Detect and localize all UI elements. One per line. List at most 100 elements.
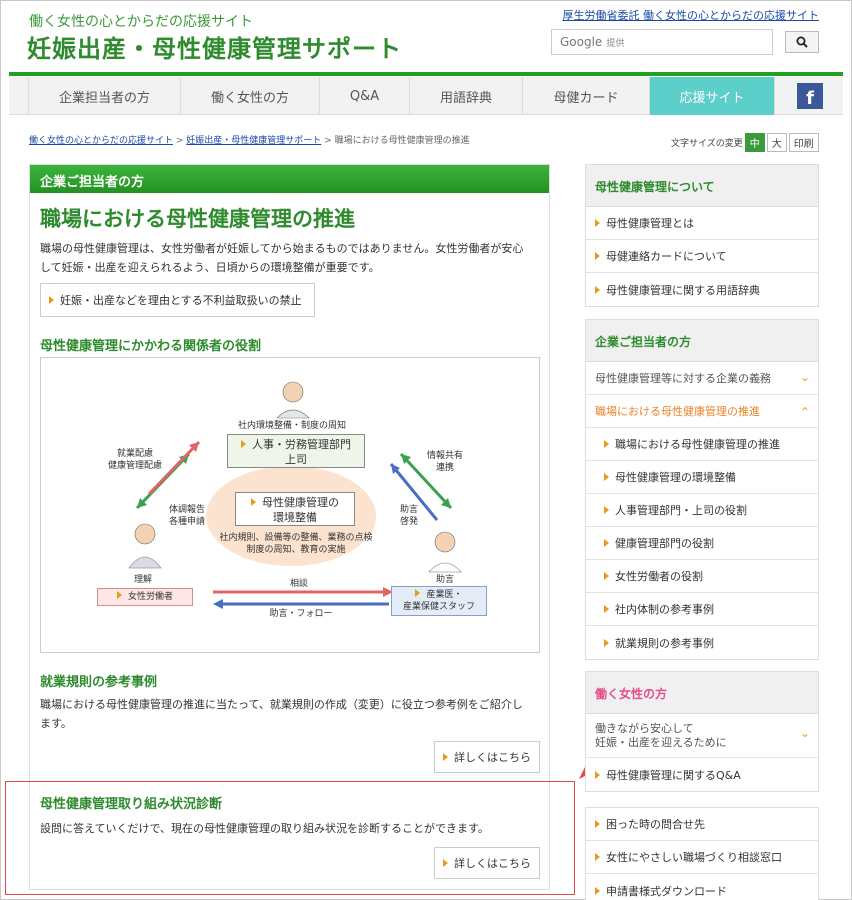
sidebar-item-glossary[interactable]: 母性健康管理に関する用語辞典 <box>586 273 818 306</box>
arrow-right-icon <box>595 820 600 828</box>
sidebar-heading-women: 働く女性の方 <box>586 672 818 714</box>
arrow-right-icon <box>49 296 54 304</box>
doctor-figure-icon <box>428 531 462 573</box>
search-icon <box>796 36 808 48</box>
search-provider-label: 提供 <box>606 39 625 49</box>
arrow-right-icon <box>604 572 609 580</box>
site-title[interactable]: 妊娠出産・母性健康管理サポート <box>27 29 402 64</box>
arrow-right-icon <box>443 753 448 761</box>
sidebar-item-consultation[interactable]: 女性にやさしい職場づくり相談窓口 <box>586 841 818 874</box>
print-button[interactable]: 印刷 <box>788 133 819 152</box>
center-box: 母性健康管理の 環境整備 <box>235 492 355 526</box>
font-size-large-button[interactable]: 大 <box>766 133 787 152</box>
hr-sub-label: 上司 <box>285 453 307 466</box>
arrow-right-icon <box>604 638 609 647</box>
sidebar-item-pregnancy[interactable]: 働きながら安心して 妊娠・出産を迎えるために ⌄ <box>586 714 818 758</box>
site-tagline: 働く女性の心とからだの応援サイト <box>29 14 253 30</box>
sidebar-box-links: 困った時の問合せ先 女性にやさしい職場づくり相談窓口 申請書様式ダウンロード <box>585 807 819 900</box>
advice-follow-caption: 助言・フォロー <box>269 609 333 619</box>
sidebar-item-about[interactable]: 母性健康管理とは <box>586 207 818 240</box>
sidebar-item-promotion[interactable]: 職場における母性健康管理の推進 <box>586 428 818 461</box>
arrow-right-icon <box>241 440 246 448</box>
arrow-right-icon <box>595 853 600 861</box>
sidebar-item-rules-examples[interactable]: 就業規則の参考事例 <box>586 626 818 659</box>
sidebar-item-obligations[interactable]: 母性健康管理等に対する企業の義務 ⌄ <box>586 362 818 395</box>
manager-figure-icon <box>276 381 310 419</box>
breadcrumb-link-home[interactable]: 働く女性の心とからだの応援サイト <box>29 136 173 146</box>
prohibition-link[interactable]: 妊娠・出産などを理由とする不利益取扱いの禁止 <box>40 283 315 317</box>
nav-item-support[interactable]: 応援サイト <box>650 77 775 115</box>
rules-more-button[interactable]: 詳しくはこちら <box>434 741 540 773</box>
chevron-down-icon: ⌄ <box>799 370 810 384</box>
sidebar-box-women: 働く女性の方 働きながら安心して 妊娠・出産を迎えるために ⌄ 母性健康管理に関す… <box>585 671 819 792</box>
guidance-caption: 助言 啓発 <box>399 505 418 527</box>
prohibition-link-label: 妊娠・出産などを理由とする不利益取扱いの禁止 <box>60 294 302 307</box>
sidebar-item-hr-role[interactable]: 人事管理部門・上司の役割 <box>586 494 818 527</box>
report-caption: 体調報告 各種申請 <box>168 505 205 527</box>
font-size-medium-button[interactable]: 中 <box>744 133 765 152</box>
sidebar-item-health-role[interactable]: 健康管理部門の役割 <box>586 527 818 560</box>
center-title-1: 母性健康管理の <box>236 495 354 510</box>
chevron-up-icon: ⌃ <box>799 405 810 419</box>
arrow-right-icon <box>251 498 256 506</box>
worker-label-box: 女性労働者 <box>97 588 193 606</box>
right-caption: 情報共有 連携 <box>426 451 463 473</box>
font-size-label: 文字サイズの変更 <box>671 139 743 149</box>
sidebar-item-environment[interactable]: 母性健康管理の環境整備 <box>586 461 818 494</box>
font-size-controls: 文字サイズの変更 中 大 印刷 <box>671 133 819 152</box>
sidebar-item-promotion-parent[interactable]: 職場における母性健康管理の推進 ⌃ <box>586 395 818 428</box>
roles-diagram: 社内環境整備・制度の周知 人事・労務管理部門 上司 就業配慮 健康管理配慮 体調… <box>40 357 540 653</box>
annotation-highlight-box <box>5 781 575 895</box>
intro-text: 職場の母性健康管理は、女性労働者が妊娠してから始まるものではありません。女性労働… <box>40 239 540 277</box>
breadcrumb-current: 職場における母性健康管理の推進 <box>334 136 470 146</box>
hr-label: 人事・労務管理部門 <box>228 437 364 452</box>
intro-line-1: 職場の母性健康管理は、女性労働者が妊娠してから始まるものではありません。女性労働… <box>40 242 524 255</box>
breadcrumb-link-support[interactable]: 妊娠出産・母性健康管理サポート <box>186 136 321 146</box>
section-label: 企業ご担当者の方 <box>30 165 549 193</box>
nav-item-qa[interactable]: Q&A <box>320 77 410 115</box>
sidebar-box-about: 母性健康管理について 母性健康管理とは 母健連絡カードについて 母性健康管理に関… <box>585 164 819 307</box>
arrow-right-icon <box>595 770 600 779</box>
arrow-right-icon <box>604 440 609 448</box>
roles-heading: 母性健康管理にかかわる関係者の役割 <box>40 339 262 354</box>
arrow-right-icon <box>595 252 600 260</box>
arrow-right-icon <box>595 886 600 895</box>
facebook-icon[interactable]: f <box>797 83 823 109</box>
mhlw-site-link[interactable]: 厚生労働省委託 働く女性の心とからだの応援サイト <box>563 7 820 23</box>
arrow-right-icon <box>415 589 421 597</box>
google-label: Google 提供 <box>560 35 624 49</box>
sidebar-item-qa[interactable]: 母性健康管理に関するQ&A <box>586 758 818 791</box>
top-caption: 社内環境整備・制度の周知 <box>237 421 346 431</box>
rules-text: 職場における母性健康管理の推進に当たって、就業規則の作成（変更）に役立つ参考例を… <box>40 698 523 730</box>
page: 働く女性の心とからだの応援サイト 妊娠出産・母性健康管理サポート 厚生労働省委託… <box>0 0 852 900</box>
sidebar-item-card[interactable]: 母健連絡カードについて <box>586 240 818 273</box>
search-button[interactable] <box>785 31 819 53</box>
sidebar-box-company: 企業ご担当者の方 母性健康管理等に対する企業の義務 ⌄ 職場における母性健康管理の… <box>585 319 819 660</box>
arrow-right-icon <box>604 506 609 514</box>
sidebar-item-worker-role[interactable]: 女性労働者の役割 <box>586 560 818 593</box>
nav-item-company[interactable]: 企業担当者の方 <box>29 77 181 115</box>
intro-line-2: して妊娠・出産を迎えられるよう、日頃からの環境整備が重要です。 <box>40 261 380 274</box>
nav-item-glossary[interactable]: 用語辞典 <box>410 77 523 115</box>
sidebar-item-download[interactable]: 申請書様式ダウンロード <box>586 874 818 900</box>
sidebar-heading-company: 企業ご担当者の方 <box>586 320 818 362</box>
nav-item-card[interactable]: 母健カード <box>523 77 650 115</box>
nav-spacer <box>9 77 29 115</box>
header-divider <box>9 72 843 76</box>
sidebar-item-contact[interactable]: 困った時の問合せ先 <box>586 808 818 841</box>
doctor-label-box: 産業医・ 産業保健スタッフ <box>391 586 487 616</box>
search-input[interactable]: Google 提供 <box>551 29 773 55</box>
hr-department-box: 人事・労務管理部門 上司 <box>227 434 365 468</box>
understand-caption: 理解 <box>133 575 152 585</box>
site-header: 働く女性の心とからだの応援サイト 妊娠出産・母性健康管理サポート 厚生労働省委託… <box>1 1 852 73</box>
sidebar-item-system-examples[interactable]: 社内体制の参考事例 <box>586 593 818 626</box>
page-title: 職場における母性健康管理の推進 <box>40 207 355 231</box>
chevron-down-icon: ⌄ <box>799 726 810 740</box>
nav-item-women[interactable]: 働く女性の方 <box>181 77 320 115</box>
center-title-2: 環境整備 <box>273 511 317 524</box>
breadcrumb: 働く女性の心とからだの応援サイト > 妊娠出産・母性健康管理サポート > 職場に… <box>29 136 470 146</box>
advice-caption: 助言 <box>435 575 454 585</box>
center-description: 社内規則、設備等の整備、業務の点検 制度の周知、教育の実施 <box>219 533 373 555</box>
arrow-right-icon <box>604 605 609 613</box>
left-caption: 就業配慮 健康管理配慮 <box>107 449 162 471</box>
